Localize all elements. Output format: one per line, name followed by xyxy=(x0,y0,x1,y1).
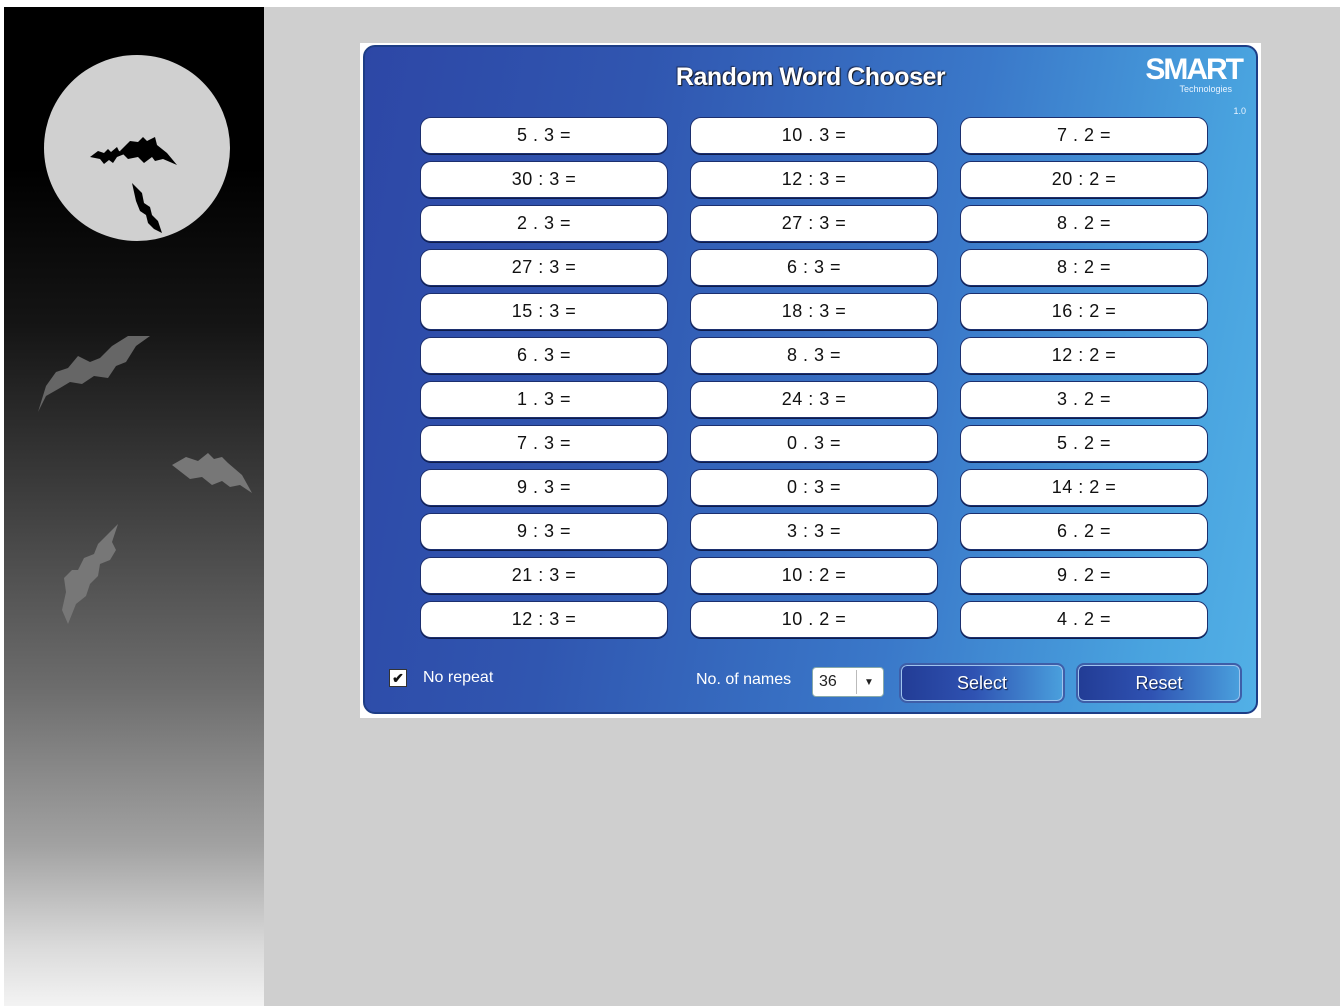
chevron-down-icon[interactable]: ▼ xyxy=(856,670,881,694)
word-cell[interactable]: 20 : 2 = xyxy=(960,161,1208,198)
word-cell[interactable]: 8 : 2 = xyxy=(960,249,1208,286)
word-cell[interactable]: 4 . 2 = xyxy=(960,601,1208,638)
word-cell[interactable]: 7 . 3 = xyxy=(420,425,668,462)
word-cell[interactable]: 9 : 3 = xyxy=(420,513,668,550)
word-cell[interactable]: 10 : 2 = xyxy=(690,557,938,594)
number-of-names-value: 36 xyxy=(819,673,837,690)
bat-icon xyxy=(172,453,252,493)
decorative-sidebar xyxy=(4,7,264,1006)
no-repeat-checkbox[interactable]: ✔ xyxy=(389,669,407,687)
word-cell[interactable]: 30 : 3 = xyxy=(420,161,668,198)
word-cell[interactable]: 1 . 3 = xyxy=(420,381,668,418)
word-cell[interactable]: 8 . 2 = xyxy=(960,205,1208,242)
word-cell[interactable]: 27 : 3 = xyxy=(690,205,938,242)
number-of-names-label: No. of names xyxy=(696,671,792,688)
word-cell[interactable]: 14 : 2 = xyxy=(960,469,1208,506)
word-cell[interactable]: 0 : 3 = xyxy=(690,469,938,506)
word-cell[interactable]: 12 : 3 = xyxy=(420,601,668,638)
word-cell[interactable]: 12 : 3 = xyxy=(690,161,938,198)
word-cell[interactable]: 27 : 3 = xyxy=(420,249,668,286)
smart-logo: SMART Technologies xyxy=(1145,53,1244,95)
moon-bats-icon xyxy=(90,137,177,233)
no-repeat-option[interactable]: ✔ No repeat xyxy=(389,669,493,687)
word-cell[interactable]: 5 . 3 = xyxy=(420,117,668,154)
select-button[interactable]: Select xyxy=(899,663,1065,703)
logo-text: SMART xyxy=(1145,53,1244,86)
word-cell[interactable]: 6 : 3 = xyxy=(690,249,938,286)
word-cell[interactable]: 6 . 2 = xyxy=(960,513,1208,550)
word-cell[interactable]: 0 . 3 = xyxy=(690,425,938,462)
word-grid: 5 . 3 = 10 . 3 = 7 . 2 = 30 : 3 = 12 : 3 = 20… xyxy=(420,117,1208,638)
word-cell[interactable]: 6 . 3 = xyxy=(420,337,668,374)
word-cell[interactable]: 8 . 3 = xyxy=(690,337,938,374)
no-repeat-label: No repeat xyxy=(423,669,494,686)
bat-icon xyxy=(38,336,150,412)
random-word-chooser-panel: Random Word Chooser SMART Technologies 1… xyxy=(363,45,1258,714)
bat-icon xyxy=(62,524,118,624)
word-cell[interactable]: 3 : 3 = xyxy=(690,513,938,550)
moon-icon xyxy=(44,55,230,241)
word-cell[interactable]: 21 : 3 = xyxy=(420,557,668,594)
word-cell[interactable]: 16 : 2 = xyxy=(960,293,1208,330)
version-label: 1.0 xyxy=(1233,106,1246,116)
number-of-names-select[interactable]: 36 ▼ xyxy=(812,667,884,697)
word-cell[interactable]: 15 : 3 = xyxy=(420,293,668,330)
word-cell[interactable]: 24 : 3 = xyxy=(690,381,938,418)
word-cell[interactable]: 2 . 3 = xyxy=(420,205,668,242)
word-cell[interactable]: 9 . 2 = xyxy=(960,557,1208,594)
word-cell[interactable]: 10 . 2 = xyxy=(690,601,938,638)
word-cell[interactable]: 5 . 2 = xyxy=(960,425,1208,462)
word-cell[interactable]: 7 . 2 = xyxy=(960,117,1208,154)
reset-button[interactable]: Reset xyxy=(1076,663,1242,703)
word-cell[interactable]: 10 . 3 = xyxy=(690,117,938,154)
word-cell[interactable]: 3 . 2 = xyxy=(960,381,1208,418)
panel-title: Random Word Chooser xyxy=(675,63,946,91)
word-cell[interactable]: 18 : 3 = xyxy=(690,293,938,330)
word-cell[interactable]: 9 . 3 = xyxy=(420,469,668,506)
word-cell[interactable]: 12 : 2 = xyxy=(960,337,1208,374)
